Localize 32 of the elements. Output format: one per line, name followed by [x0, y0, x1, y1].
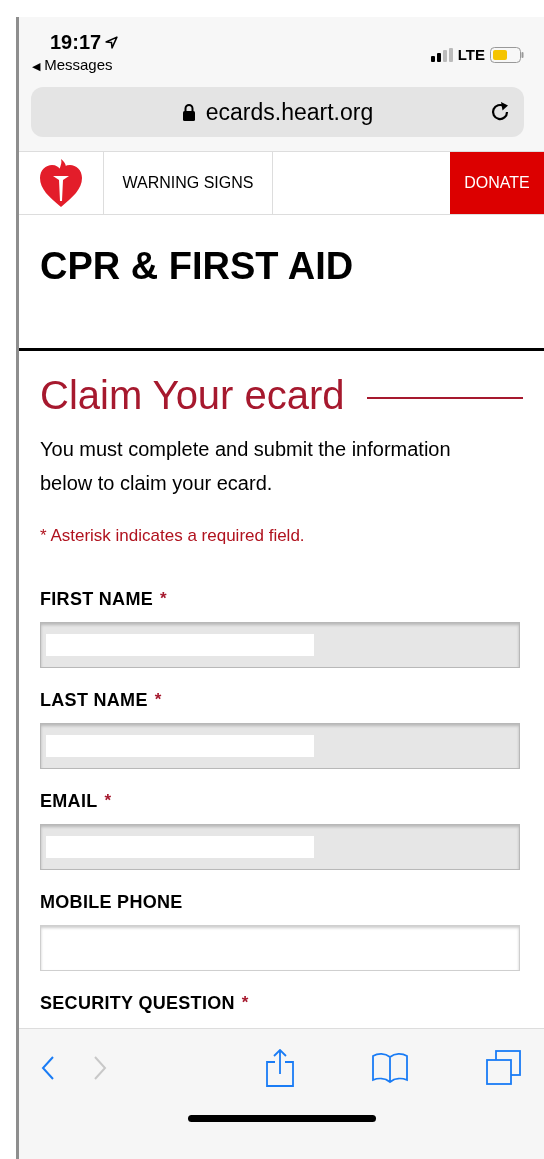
input-field[interactable] — [40, 622, 520, 668]
field-label: EMAIL — [40, 791, 98, 812]
field-label: LAST NAME — [40, 690, 148, 711]
nav-link[interactable]: WARNING SIGNS — [104, 152, 273, 214]
donate-button[interactable]: DONATE — [450, 152, 544, 214]
required-asterisk: * — [241, 993, 249, 1014]
battery-icon — [490, 46, 524, 63]
required-asterisk: * — [104, 791, 112, 812]
input-field[interactable] — [40, 723, 520, 769]
signal-icon — [430, 47, 453, 62]
intro-text: You must complete and submit the information below to claim your ecard. — [40, 437, 452, 496]
field-label: MOBILE PHONE — [40, 892, 183, 913]
back-icon[interactable] — [41, 1055, 55, 1081]
page-title: CPR & FIRST AID — [40, 245, 355, 288]
status-time: 19:17 — [50, 31, 102, 54]
location-arrow-icon — [105, 36, 119, 49]
lock-icon — [181, 103, 196, 121]
input-field[interactable] — [40, 824, 520, 870]
form-heading: Claim Your ecard — [40, 373, 345, 418]
book-icon[interactable] — [371, 1052, 408, 1084]
field-label: FIRST NAME — [40, 589, 153, 610]
share-icon[interactable] — [265, 1049, 294, 1087]
heart-torch-logo[interactable] — [39, 157, 83, 209]
address-bar[interactable]: ecards.heart.org — [31, 87, 524, 137]
required-note: * Asterisk indicates a required field. — [40, 526, 306, 546]
tabs-icon[interactable] — [486, 1050, 522, 1086]
field-label: SECURITY QUESTION — [40, 993, 235, 1014]
required-asterisk: * — [160, 589, 167, 610]
network-label: LTE — [457, 46, 485, 63]
required-asterisk: * — [154, 690, 162, 711]
back-to-app-link[interactable]: ◀ Messages — [31, 56, 119, 73]
input-field[interactable] — [40, 925, 520, 971]
